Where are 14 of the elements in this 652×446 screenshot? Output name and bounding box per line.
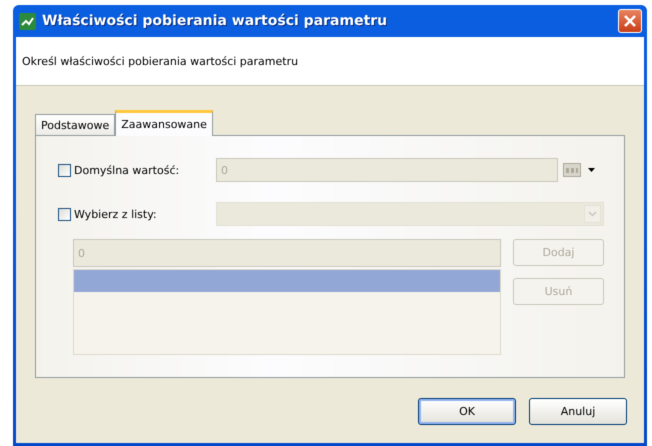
close-button[interactable] [618, 9, 642, 33]
caret-icon[interactable] [588, 168, 595, 172]
app-icon [19, 12, 36, 30]
close-icon [623, 14, 637, 28]
chevron-down-icon [588, 211, 597, 217]
calculator-icon [563, 163, 581, 177]
window-title: Właściwości pobierania wartości parametru [42, 13, 388, 29]
checkbox-label: Domyślna wartość: [74, 164, 180, 176]
tab[interactable]: Zaawansowane [115, 110, 213, 136]
tab[interactable]: Podstawowe [35, 114, 116, 135]
checkbox-label: Wybierz z listy: [74, 208, 157, 220]
dialog-button[interactable]: OK [418, 398, 516, 425]
dialog-button[interactable]: Anuluj [529, 398, 627, 425]
header-text: Określ właściwości pobierania wartości parametru [22, 54, 298, 68]
